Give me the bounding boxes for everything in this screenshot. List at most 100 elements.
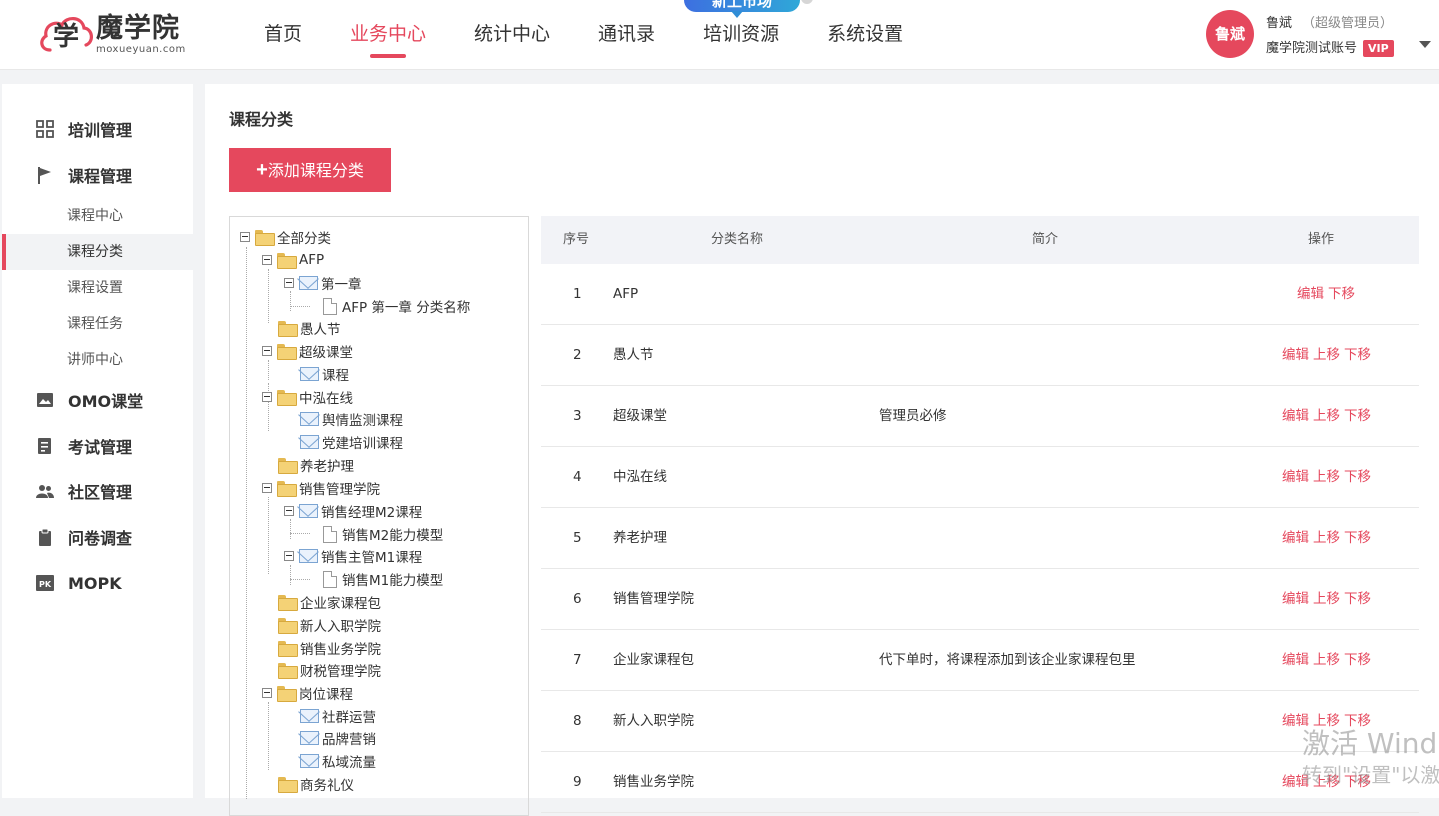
sidebar-sub-course-settings[interactable]: 课程设置: [2, 270, 193, 306]
move-down-link[interactable]: 下移: [1344, 591, 1371, 607]
edit-link[interactable]: 编辑: [1282, 713, 1309, 729]
tree-node-label: 企业家课程包: [300, 596, 381, 612]
tree-node[interactable]: 第一章: [284, 272, 362, 294]
collapse-icon[interactable]: [240, 232, 250, 242]
collapse-icon[interactable]: [262, 483, 272, 493]
nav-system-settings[interactable]: 系统设置: [827, 0, 903, 70]
move-up-link[interactable]: 上移: [1313, 713, 1340, 729]
page-title: 课程分类: [229, 110, 294, 129]
row-name: AFP: [613, 286, 639, 302]
edit-link[interactable]: 编辑: [1297, 286, 1324, 302]
sidebar-item-survey[interactable]: 问卷调查: [2, 519, 193, 555]
sidebar-item-training[interactable]: 培训管理: [2, 111, 193, 147]
avatar[interactable]: 鲁斌: [1206, 10, 1254, 58]
tree-node[interactable]: 养老护理: [278, 454, 354, 476]
mail-icon: [300, 731, 319, 745]
tree-node[interactable]: 品牌营销: [300, 727, 376, 749]
nav-home[interactable]: 首页: [264, 0, 302, 70]
row-actions: 编辑 上移 下移: [1278, 447, 1371, 507]
sidebar-item-label: MOPK: [68, 573, 122, 593]
move-down-link[interactable]: 下移: [1344, 652, 1371, 668]
chevron-down-icon[interactable]: [1419, 41, 1431, 48]
move-down-link[interactable]: 下移: [1344, 469, 1371, 485]
row-desc: 代下单时，将课程添加到该企业家课程包里: [879, 652, 1136, 668]
collapse-icon[interactable]: [262, 688, 272, 698]
move-up-link[interactable]: 上移: [1313, 774, 1340, 790]
move-up-link[interactable]: 上移: [1313, 469, 1340, 485]
sidebar-item-label: 考试管理: [68, 438, 133, 457]
move-up-link[interactable]: 上移: [1313, 530, 1340, 546]
brand-logo[interactable]: 学 魔学院 moxueyuan.com: [38, 12, 186, 58]
move-down-link[interactable]: 下移: [1344, 774, 1371, 790]
tree-node[interactable]: 商务礼仪: [278, 773, 354, 795]
edit-link[interactable]: 编辑: [1282, 469, 1309, 485]
tree-node[interactable]: 社群运营: [300, 705, 376, 727]
pk-icon: PK: [36, 575, 54, 591]
sidebar-item-course[interactable]: 课程管理: [2, 157, 193, 193]
row-actions: 编辑 上移 下移: [1278, 386, 1371, 446]
add-category-button[interactable]: +添加课程分类: [229, 148, 391, 192]
edit-link[interactable]: 编辑: [1282, 774, 1309, 790]
collapse-icon[interactable]: [262, 255, 272, 265]
mail-icon: [300, 367, 319, 381]
collapse-icon[interactable]: [284, 551, 294, 561]
tree-node[interactable]: 舆情监测课程: [300, 408, 403, 430]
row-index: 2: [573, 347, 582, 363]
tree-node[interactable]: 销售M2能力模型: [323, 523, 443, 545]
move-down-link[interactable]: 下移: [1344, 408, 1371, 424]
collapse-icon[interactable]: [262, 346, 272, 356]
edit-link[interactable]: 编辑: [1282, 347, 1309, 363]
tree-node[interactable]: 党建培训课程: [300, 431, 403, 453]
move-up-link[interactable]: 上移: [1313, 591, 1340, 607]
tree-node[interactable]: 岗位课程: [262, 682, 353, 704]
collapse-icon[interactable]: [284, 278, 294, 288]
tree-node[interactable]: 全部分类: [240, 226, 331, 248]
row-index: 3: [573, 408, 582, 424]
move-down-link[interactable]: 下移: [1344, 347, 1371, 363]
folder-icon: [277, 480, 297, 497]
nav-contacts[interactable]: 通讯录: [598, 0, 655, 70]
tree-node[interactable]: 私域流量: [300, 750, 376, 772]
move-down-link[interactable]: 下移: [1344, 713, 1371, 729]
edit-link[interactable]: 编辑: [1282, 652, 1309, 668]
sidebar-sub-lecturer-center[interactable]: 讲师中心: [2, 342, 193, 378]
nav-statistics[interactable]: 统计中心: [474, 0, 550, 70]
tree-node[interactable]: 课程: [300, 363, 349, 385]
sidebar-item-mopk[interactable]: PK MOPK: [2, 565, 193, 601]
tree-node[interactable]: 销售业务学院: [278, 637, 381, 659]
tree-node[interactable]: 愚人节: [278, 317, 341, 339]
sidebar-sub-course-category[interactable]: 课程分类: [2, 234, 193, 270]
sidebar-sub-course-tasks[interactable]: 课程任务: [2, 306, 193, 342]
nav-business-center[interactable]: 业务中心: [350, 0, 426, 70]
tree-node[interactable]: 超级课堂: [262, 340, 353, 362]
edit-link[interactable]: 编辑: [1282, 591, 1309, 607]
doc-icon: [323, 570, 337, 588]
sidebar-sub-course-center[interactable]: 课程中心: [2, 198, 193, 234]
tree-node-label: 愚人节: [300, 322, 341, 338]
move-up-link[interactable]: 上移: [1313, 347, 1340, 363]
collapse-icon[interactable]: [284, 506, 294, 516]
tree-node[interactable]: AFP 第一章 分类名称: [323, 295, 470, 317]
tree-node[interactable]: 销售经理M2课程: [284, 500, 422, 522]
sidebar-item-exam[interactable]: 考试管理: [2, 428, 193, 464]
sidebar-item-omo[interactable]: OMO课堂: [2, 382, 193, 418]
tree-node-label: 党建培训课程: [322, 436, 403, 452]
sidebar-item-community[interactable]: 社区管理: [2, 473, 193, 509]
tree-node[interactable]: 财税管理学院: [278, 659, 381, 681]
tree-node[interactable]: 企业家课程包: [278, 591, 381, 613]
sidebar: 培训管理 课程管理 课程中心 课程分类 课程设置 课程任务 讲师中心 OMO课堂…: [2, 84, 193, 798]
tree-node[interactable]: 销售管理学院: [262, 477, 380, 499]
tree-node[interactable]: 新人入职学院: [278, 614, 381, 636]
row-name: 销售业务学院: [613, 774, 694, 790]
row-index: 4: [573, 469, 582, 485]
move-down-link[interactable]: 下移: [1344, 530, 1371, 546]
collapse-icon[interactable]: [262, 392, 272, 402]
tree-node[interactable]: 销售主管M1课程: [284, 545, 422, 567]
move-down-link[interactable]: 下移: [1328, 286, 1355, 302]
tree-node[interactable]: 销售M1能力模型: [323, 568, 443, 590]
move-up-link[interactable]: 上移: [1313, 408, 1340, 424]
move-up-link[interactable]: 上移: [1313, 652, 1340, 668]
edit-link[interactable]: 编辑: [1282, 408, 1309, 424]
edit-link[interactable]: 编辑: [1282, 530, 1309, 546]
tree-node[interactable]: AFP: [262, 249, 324, 271]
